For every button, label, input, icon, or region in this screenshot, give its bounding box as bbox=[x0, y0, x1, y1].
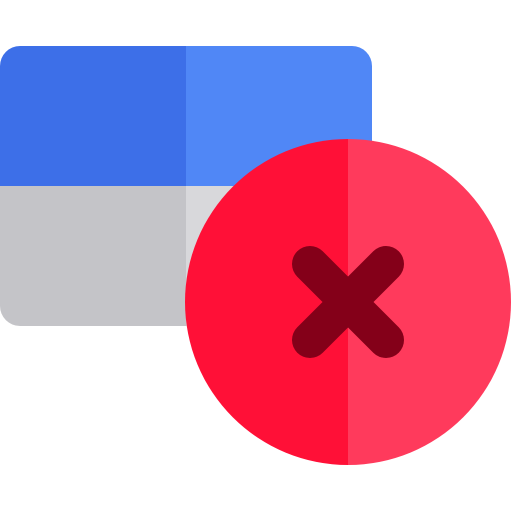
window-error-icon bbox=[0, 46, 511, 465]
window-header-left bbox=[0, 46, 186, 186]
error-badge-icon bbox=[185, 139, 511, 465]
window-body-left bbox=[0, 186, 186, 326]
icon-canvas bbox=[0, 0, 512, 512]
